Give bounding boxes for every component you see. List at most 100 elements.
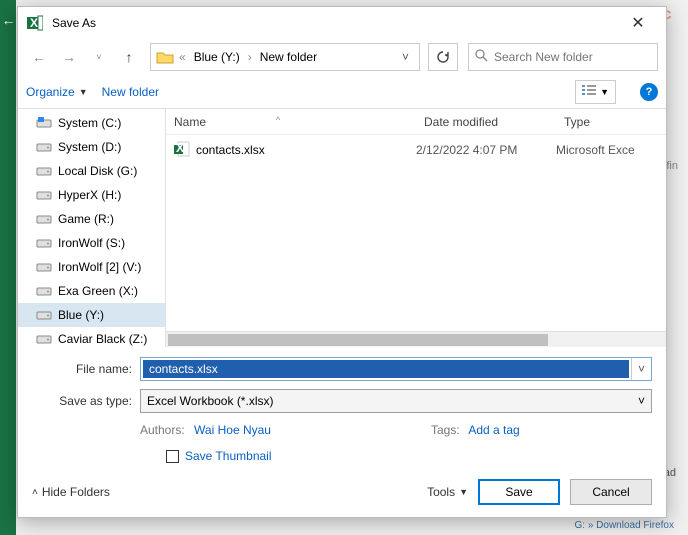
breadcrumb-folder[interactable]: New folder	[256, 50, 321, 64]
search-icon	[475, 49, 488, 65]
tree-item-label: System (C:)	[58, 116, 121, 130]
filename-dropdown[interactable]: ˅	[631, 358, 651, 380]
drive-icon	[36, 141, 52, 153]
filename-label: File name:	[32, 362, 140, 376]
drive-icon	[36, 165, 52, 177]
breadcrumb-root[interactable]: «	[177, 50, 188, 64]
nav-recent-dropdown[interactable]: ˅	[86, 44, 112, 70]
drive-icon	[36, 237, 52, 249]
nav-up-button[interactable]: ↑	[116, 44, 142, 70]
tree-item[interactable]: Exa Green (X:)	[18, 279, 165, 303]
save-thumbnail-label: Save Thumbnail	[185, 449, 272, 463]
thumbnail-row: Save Thumbnail	[18, 441, 666, 471]
col-date[interactable]: Date modified	[416, 115, 556, 129]
col-type[interactable]: Type	[556, 115, 666, 129]
filename-input[interactable]	[143, 360, 629, 378]
tree-item[interactable]: IronWolf (S:)	[18, 231, 165, 255]
save-form: File name: ˅ Save as type: Excel Workboo…	[18, 347, 666, 419]
refresh-button[interactable]	[428, 43, 458, 71]
organize-menu[interactable]: Organize ▼	[26, 85, 88, 99]
chevron-right-icon[interactable]: ›	[246, 50, 254, 64]
chevron-collapse-icon: ˄	[32, 487, 38, 498]
tree-item[interactable]: Blue (Y:)	[18, 303, 165, 327]
tree-item[interactable]: Game (R:)	[18, 207, 165, 231]
chevron-down-icon: ˅	[638, 394, 645, 408]
drive-icon	[36, 213, 52, 225]
tree-item-label: Exa Green (X:)	[58, 284, 138, 298]
tree-item-label: Blue (Y:)	[58, 308, 104, 322]
chevron-down-icon: ▼	[600, 87, 609, 97]
excel-file-icon: X	[174, 141, 190, 160]
search-input[interactable]	[494, 50, 651, 64]
authors-label: Authors:	[140, 423, 185, 437]
tree-item[interactable]: System (D:)	[18, 135, 165, 159]
tree-item-label: HyperX (H:)	[58, 188, 121, 202]
svg-text:X: X	[176, 141, 184, 155]
file-row[interactable]: Xcontacts.xlsx 2/12/2022 4:07 PMMicrosoft…	[166, 135, 666, 159]
authors-value[interactable]: Wai Hoe Nyau	[194, 423, 271, 437]
save-thumbnail-checkbox[interactable]	[166, 450, 179, 463]
folder-tree[interactable]: System (C:) System (D:) Local Disk (G:) Hyp…	[18, 109, 166, 347]
organize-label: Organize	[26, 85, 75, 99]
hide-folders-button[interactable]: ˄ Hide Folders	[32, 485, 110, 499]
tree-item-label: IronWolf [2] (V:)	[58, 260, 141, 274]
dialog-title: Save As	[52, 16, 618, 30]
horizontal-scrollbar[interactable]	[166, 331, 666, 347]
tree-item[interactable]: IronWolf [2] (V:)	[18, 255, 165, 279]
tree-item[interactable]: Local Disk (G:)	[18, 159, 165, 183]
saveastype-value: Excel Workbook (*.xlsx)	[147, 394, 273, 408]
new-folder-button[interactable]: New folder	[102, 85, 159, 99]
breadcrumb-drive[interactable]: Blue (Y:)	[190, 50, 244, 64]
tree-item-label: System (D:)	[58, 140, 121, 154]
svg-text:X: X	[30, 16, 38, 30]
tree-item-label: Local Disk (G:)	[58, 164, 137, 178]
file-type: Microsoft Exce	[556, 143, 666, 157]
nav-back-button[interactable]: ←	[26, 44, 52, 70]
view-icon	[582, 84, 596, 99]
tools-menu[interactable]: Tools ▼	[427, 485, 468, 499]
titlebar: X Save As ✕	[18, 7, 666, 39]
search-box[interactable]	[468, 43, 658, 71]
bg-fin: fin	[666, 160, 678, 172]
chevron-down-icon: ▼	[459, 487, 468, 497]
tags-label: Tags:	[431, 423, 460, 437]
tree-item[interactable]: Caviar Black (Z:)	[18, 327, 165, 347]
drive-icon	[36, 117, 52, 129]
tree-item[interactable]: HyperX (H:)	[18, 183, 165, 207]
save-button[interactable]: Save	[478, 479, 560, 505]
bg-firefox: G: » Download Firefox	[575, 520, 675, 531]
file-list[interactable]: Name Date modified Type Xcontacts.xlsx 2/…	[166, 109, 666, 347]
cancel-button[interactable]: Cancel	[570, 479, 652, 505]
filename-field[interactable]: ˅	[140, 357, 652, 381]
address-bar[interactable]: « Blue (Y:) › New folder ˅	[150, 43, 420, 71]
view-options-button[interactable]: ▼	[575, 80, 616, 104]
chevron-down-icon: ▼	[79, 87, 88, 97]
metadata-row: Authors: Wai Hoe Nyau Tags: Add a tag	[18, 419, 666, 441]
tags-value[interactable]: Add a tag	[468, 423, 519, 437]
address-dropdown[interactable]: ˅	[396, 50, 415, 64]
tree-item-label: Caviar Black (Z:)	[58, 332, 147, 346]
col-name[interactable]: Name	[166, 115, 416, 129]
back-arrow-icon[interactable]: ←	[2, 12, 16, 28]
folder-icon	[155, 48, 175, 66]
tree-item-label: IronWolf (S:)	[58, 236, 125, 250]
drive-icon	[36, 333, 52, 345]
saveastype-label: Save as type:	[32, 394, 140, 408]
toolbar: Organize ▼ New folder ▼ ?	[18, 75, 666, 109]
excel-ribbon-edge: ←	[0, 0, 17, 535]
hide-folders-label: Hide Folders	[42, 485, 110, 499]
excel-icon: X	[26, 14, 44, 32]
drive-icon	[36, 261, 52, 273]
nav-forward-button: →	[56, 44, 82, 70]
file-date: 2/12/2022 4:07 PM	[416, 143, 556, 157]
tree-item-label: Game (R:)	[58, 212, 114, 226]
save-as-dialog: X Save As ✕ ← → ˅ ↑ « Blue (Y:) › New fo…	[17, 6, 667, 518]
close-button[interactable]: ✕	[618, 13, 658, 33]
column-headers: Name Date modified Type	[166, 109, 666, 135]
tree-item[interactable]: System (C:)	[18, 111, 165, 135]
saveastype-field[interactable]: Excel Workbook (*.xlsx) ˅	[140, 389, 652, 413]
file-name: contacts.xlsx	[196, 143, 265, 157]
drive-icon	[36, 189, 52, 201]
help-button[interactable]: ?	[640, 83, 658, 101]
dialog-footer: ˄ Hide Folders Tools ▼ Save Cancel	[18, 471, 666, 517]
